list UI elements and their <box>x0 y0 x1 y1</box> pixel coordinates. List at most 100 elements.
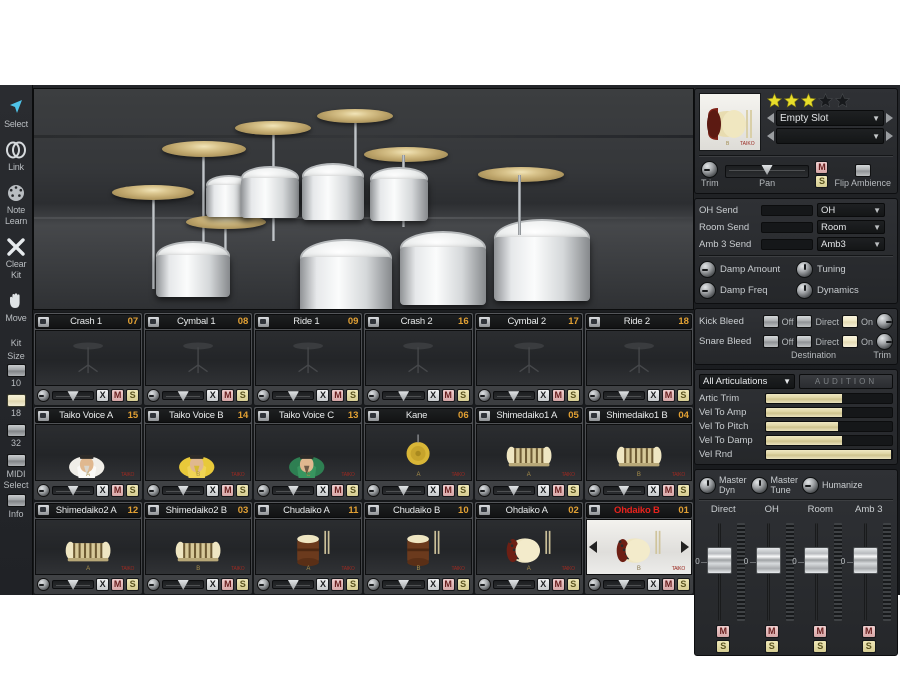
pad-cymbal-1[interactable]: Cymbal 1 08 X M S <box>143 312 254 407</box>
pan-slider[interactable] <box>724 165 810 178</box>
pad-pan-slider[interactable] <box>492 579 535 590</box>
room-send-slider[interactable] <box>761 221 813 233</box>
pad-mute-button[interactable]: M <box>221 389 235 403</box>
pad-pan-slider[interactable] <box>602 391 645 402</box>
mixer-solo-button[interactable]: S <box>716 640 731 653</box>
pan-handle[interactable] <box>761 165 773 175</box>
pad-pan-handle[interactable] <box>398 485 410 496</box>
rating-stars[interactable] <box>767 93 893 108</box>
midi-note-icon[interactable] <box>148 316 160 327</box>
audition-button[interactable]: AUDITION <box>799 374 893 389</box>
pad-chudaiko-a[interactable]: Chudaiko A 11 A TAIKO X M S <box>253 500 364 595</box>
pad-mute-button[interactable]: M <box>221 483 235 497</box>
mixer-solo-button[interactable]: S <box>861 640 876 653</box>
pad-artwork[interactable] <box>365 330 472 387</box>
pad-title-bar[interactable]: Shimedaiko2 B 03 <box>145 502 252 518</box>
vel-to-pitch-slider[interactable] <box>765 421 893 432</box>
pad-trim-knob[interactable] <box>367 389 381 403</box>
pad-taiko-voice-b[interactable]: Taiko Voice B 14 B TAIKO X M S <box>143 406 254 501</box>
pad-artwork[interactable] <box>35 330 142 387</box>
pad-trim-knob[interactable] <box>257 389 271 403</box>
pad-mute-button[interactable]: M <box>221 577 235 591</box>
info-button[interactable] <box>6 494 26 507</box>
pad-artwork[interactable] <box>585 330 692 387</box>
pad-pan-handle[interactable] <box>508 579 520 590</box>
pad-clear-button[interactable]: X <box>646 483 660 497</box>
slot-thumbnail[interactable]: B TAIKO <box>699 93 761 151</box>
pad-solo-button[interactable]: S <box>236 483 250 497</box>
pad-mute-button[interactable]: M <box>661 577 675 591</box>
midi-note-icon[interactable] <box>478 410 490 421</box>
mute-button[interactable]: M <box>815 161 829 174</box>
snare-bleed-off-button[interactable] <box>762 335 779 348</box>
pad-shimedaiko1-b[interactable]: Shimedaiko1 B 04 B TAIKO X M S <box>583 406 694 501</box>
pad-pan-handle[interactable] <box>618 579 630 590</box>
star-3-on[interactable] <box>801 93 816 108</box>
drum-kit-preview-image[interactable] <box>33 88 694 310</box>
pad-title-bar[interactable]: Crash 1 07 <box>35 314 142 329</box>
mixer-fader-handle[interactable] <box>804 547 830 574</box>
pad-taiko-voice-c[interactable]: Taiko Voice C 13 C TAIKO X M S <box>253 406 364 501</box>
midi-note-icon[interactable] <box>588 316 600 327</box>
pad-pan-slider[interactable] <box>162 391 205 402</box>
kit-size-18-button[interactable] <box>6 394 26 407</box>
pad-solo-button[interactable]: S <box>126 389 140 403</box>
pad-trim-knob[interactable] <box>37 577 50 591</box>
pad-ohdaiko-a[interactable]: Ohdaiko A 02 A TAIKO X M S <box>473 500 584 595</box>
pad-artwork[interactable]: C TAIKO <box>255 424 362 481</box>
midi-note-icon[interactable] <box>258 410 270 421</box>
pad-pan-slider[interactable] <box>272 485 315 496</box>
pad-mute-button[interactable]: M <box>551 389 565 403</box>
mixer-fader-handle[interactable] <box>852 547 878 574</box>
pad-mute-button[interactable]: M <box>111 389 125 403</box>
mixer-mute-button[interactable]: M <box>716 625 731 638</box>
room-send-destination[interactable]: Room ▼ <box>817 220 885 234</box>
pad-trim-knob[interactable] <box>37 483 50 497</box>
pad-mute-button[interactable]: M <box>331 577 345 591</box>
star-4-off[interactable] <box>818 93 833 108</box>
pad-ride-1[interactable]: Ride 1 09 X M S <box>253 312 364 407</box>
pad-artwork[interactable]: A TAIKO <box>475 424 582 481</box>
solo-button[interactable]: S <box>815 175 829 188</box>
pad-pan-handle[interactable] <box>67 485 79 496</box>
artic-trim-slider[interactable] <box>765 393 893 404</box>
pad-clear-button[interactable]: X <box>426 389 440 403</box>
pad-pan-handle[interactable] <box>67 391 79 402</box>
pad-title-bar[interactable]: Shimedaiko1 A 05 <box>475 408 582 424</box>
pad-pan-slider[interactable] <box>382 391 425 402</box>
mixer-fader-handle[interactable] <box>755 547 781 574</box>
pad-artwork[interactable] <box>145 330 252 387</box>
pad-title-bar[interactable]: Taiko Voice B 14 <box>145 408 252 424</box>
oh-send-destination[interactable]: OH ▼ <box>817 203 885 217</box>
pad-clear-button[interactable]: X <box>206 483 220 497</box>
pad-pan-slider[interactable] <box>272 391 315 402</box>
mixer-solo-button[interactable]: S <box>813 640 828 653</box>
slot-primary-dropdown[interactable]: Empty Slot ▼ <box>776 110 884 126</box>
pad-clear-button[interactable]: X <box>316 483 330 497</box>
vel-to-amp-slider[interactable] <box>765 407 893 418</box>
pad-trim-knob[interactable] <box>477 483 491 497</box>
slot-secondary-dropdown[interactable]: ▼ <box>776 128 884 144</box>
midi-note-icon[interactable] <box>368 410 380 421</box>
oh-send-slider[interactable] <box>761 204 813 216</box>
pad-mute-button[interactable]: M <box>441 483 455 497</box>
pad-trim-knob[interactable] <box>587 483 601 497</box>
slot2-next-icon[interactable] <box>886 131 893 141</box>
pad-solo-button[interactable]: S <box>566 483 580 497</box>
pad-pan-slider[interactable] <box>492 485 535 496</box>
pad-prev-arrow-icon[interactable] <box>588 540 597 553</box>
pad-title-bar[interactable]: Chudaiko A 11 <box>255 502 362 518</box>
midi-note-icon[interactable] <box>368 505 380 516</box>
pad-clear-button[interactable]: X <box>96 577 110 591</box>
midi-note-icon[interactable] <box>148 505 160 516</box>
midi-note-icon[interactable] <box>38 410 49 421</box>
star-5-off[interactable] <box>835 93 850 108</box>
pad-mute-button[interactable]: M <box>331 389 345 403</box>
pad-trim-knob[interactable] <box>147 577 161 591</box>
tuning-knob[interactable] <box>796 261 813 278</box>
pad-clear-button[interactable]: X <box>206 577 220 591</box>
pad-pan-handle[interactable] <box>618 485 630 496</box>
pad-pan-handle[interactable] <box>287 485 299 496</box>
pad-artwork[interactable]: B TAIKO <box>145 518 252 575</box>
pad-pan-slider[interactable] <box>52 391 95 402</box>
